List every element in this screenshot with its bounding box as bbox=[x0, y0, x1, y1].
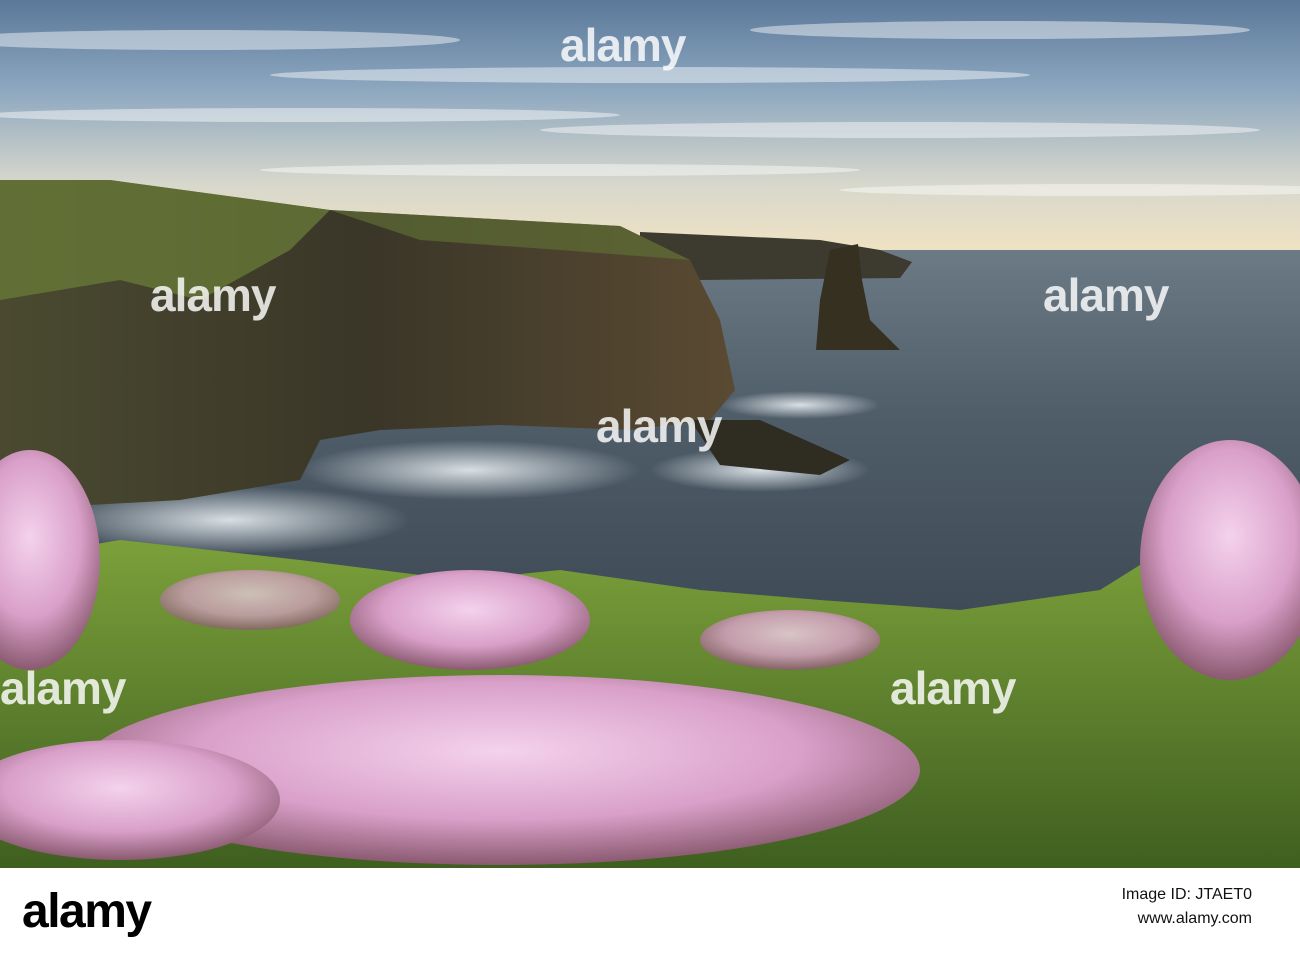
watermark-lower-left: alamy bbox=[0, 662, 126, 714]
watermark-left: alamy bbox=[150, 269, 276, 321]
image-id: Image ID: JTAET0 bbox=[1121, 886, 1252, 903]
watermark-text: alamy bbox=[890, 662, 1016, 714]
watermark-right: alamy bbox=[1043, 269, 1169, 321]
watermark-text: alamy bbox=[1043, 269, 1169, 321]
watermark-text: alamy bbox=[560, 19, 686, 71]
watermark-lower-right: alamy bbox=[890, 662, 1016, 714]
watermark-top: alamy bbox=[560, 19, 686, 71]
watermark-text: alamy bbox=[150, 269, 276, 321]
alamy-logo: alamy bbox=[22, 885, 152, 938]
watermark-center: alamy bbox=[596, 400, 722, 452]
footer-bar: alamy Image ID: JTAET0 www.alamy.com bbox=[0, 868, 1300, 957]
watermark-text: alamy bbox=[0, 662, 126, 714]
footer-info: Image ID: JTAET0 www.alamy.com bbox=[1122, 886, 1252, 928]
watermark-text: alamy bbox=[596, 400, 722, 452]
website-link[interactable]: www.alamy.com bbox=[1122, 910, 1252, 928]
landscape-photo: alamy alamy alamy alamy alamy alamy bbox=[0, 0, 1300, 868]
